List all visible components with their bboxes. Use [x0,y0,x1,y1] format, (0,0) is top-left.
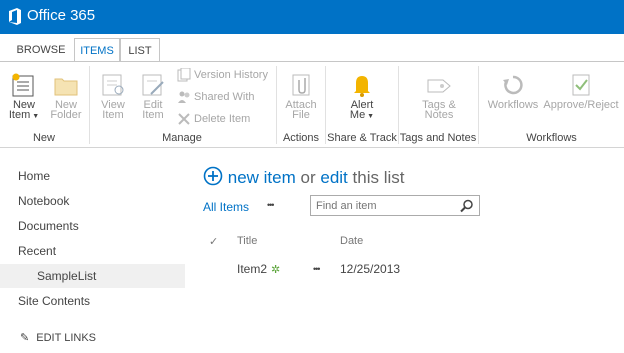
ribbon: New Item ▼ New Folder New View Item Edit… [0,62,624,148]
brand-title[interactable]: Office 365 [27,7,95,24]
alert-me-label-2: Me [349,109,366,121]
new-folder-label-2: Folder [50,109,82,121]
new-item-button[interactable]: New Item ▼ [6,72,42,122]
view-item-label-2: Item [102,109,124,121]
new-item-label-2: Item [8,109,31,121]
nav-item-home[interactable]: Home [0,164,185,188]
view-all-items[interactable]: All Items [203,200,249,214]
attach-file-label-2: File [292,109,310,121]
version-history-label: Version History [194,69,268,81]
paperclip-icon [292,74,310,96]
delete-icon [178,113,190,125]
approve-reject-button[interactable]: Approve/Reject [543,72,619,111]
workflow-icon [503,75,523,95]
new-item-link[interactable]: new item [228,168,296,187]
folder-icon [54,78,78,96]
workflows-label: Workflows [487,99,539,111]
or-text: or [300,168,316,187]
version-history-icon [177,68,191,82]
edit-list-link[interactable]: edit [320,168,347,187]
nav-item-samplelist[interactable]: SampleList [0,264,185,288]
shared-with-button[interactable]: Shared With [177,88,255,106]
nav-documents-label: Documents [18,219,79,233]
add-circle-icon[interactable] [203,166,223,186]
new-item-icon [12,73,34,97]
bell-icon [354,76,370,97]
approve-reject-icon [572,74,590,96]
workflows-button[interactable]: Workflows [486,72,540,111]
approve-reject-label: Approve/Reject [543,99,619,111]
tab-items[interactable]: ITEMS [74,38,120,62]
office-logo-icon[interactable] [8,8,22,25]
nav-home-label: Home [18,169,51,183]
search-input[interactable] [316,199,456,213]
suite-bar: Office 365 [0,0,624,34]
nav-item-notebook[interactable]: Notebook [0,189,185,213]
column-header-date[interactable]: Date [340,235,363,247]
select-all-checkmark[interactable]: ✓ [209,235,218,248]
search-icon[interactable] [460,199,474,213]
group-share-track-label: Share & Track [327,132,397,144]
nav-item-site-contents[interactable]: Site Contents [0,289,185,313]
delete-item-button[interactable]: Delete Item [177,110,250,128]
new-item-icon: ✲ [271,264,281,276]
ribbon-tabs: BROWSE ITEMS LIST [0,34,624,62]
tags-notes-button[interactable]: Tags & Notes [418,72,460,121]
view-item-button[interactable]: View Item [96,72,130,121]
shared-with-label: Shared With [194,91,255,103]
alert-me-button[interactable]: Alert Me ▼ [344,72,380,122]
search-box [310,195,480,216]
edit-links-button[interactable]: ✎ EDIT LINKS [0,326,185,350]
dropdown-arrow-icon: ▼ [30,113,40,120]
edit-links-label: EDIT LINKS [36,332,96,344]
column-header-title[interactable]: Title [237,235,257,247]
row-menu-ellipsis[interactable]: ••• [313,264,321,274]
attach-file-button[interactable]: Attach File [282,72,320,121]
new-folder-button[interactable]: New Folder [48,72,84,121]
edit-item-button[interactable]: Edit Item [136,72,170,121]
people-icon [178,91,190,104]
row-title-link[interactable]: Item2 [237,262,267,276]
group-tags-notes-label: Tags and Notes [399,132,477,144]
version-history-button[interactable]: Version History [177,66,268,84]
new-item-bar: new item or edit this list [203,166,404,188]
tags-notes-label-2: Notes [424,109,454,121]
group-workflows-label: Workflows [526,132,577,144]
dropdown-arrow-icon: ▼ [365,113,375,120]
view-item-icon [102,74,124,96]
tab-list[interactable]: LIST [120,38,160,62]
nav-notebook-label: Notebook [18,194,70,208]
delete-item-label: Delete Item [194,113,251,125]
this-list-text: this list [352,168,405,187]
nav-site-contents-label: Site Contents [18,294,91,308]
nav-item-documents[interactable]: Documents [0,214,185,238]
tag-icon [427,79,451,93]
nav-item-recent[interactable]: Recent [0,239,185,263]
view-more-ellipsis[interactable]: ••• [267,200,275,210]
pencil-icon: ✎ [20,332,30,344]
group-new-label: New [32,132,55,144]
edit-item-icon [142,74,164,96]
group-actions-label: Actions [282,132,320,144]
nav-samplelist-label: SampleList [37,269,97,283]
group-manage-label: Manage [162,132,202,144]
row-date: 12/25/2013 [340,262,401,276]
nav-recent-label: Recent [18,244,57,258]
tab-browse[interactable]: BROWSE [6,38,76,62]
edit-item-label-2: Item [142,109,164,121]
